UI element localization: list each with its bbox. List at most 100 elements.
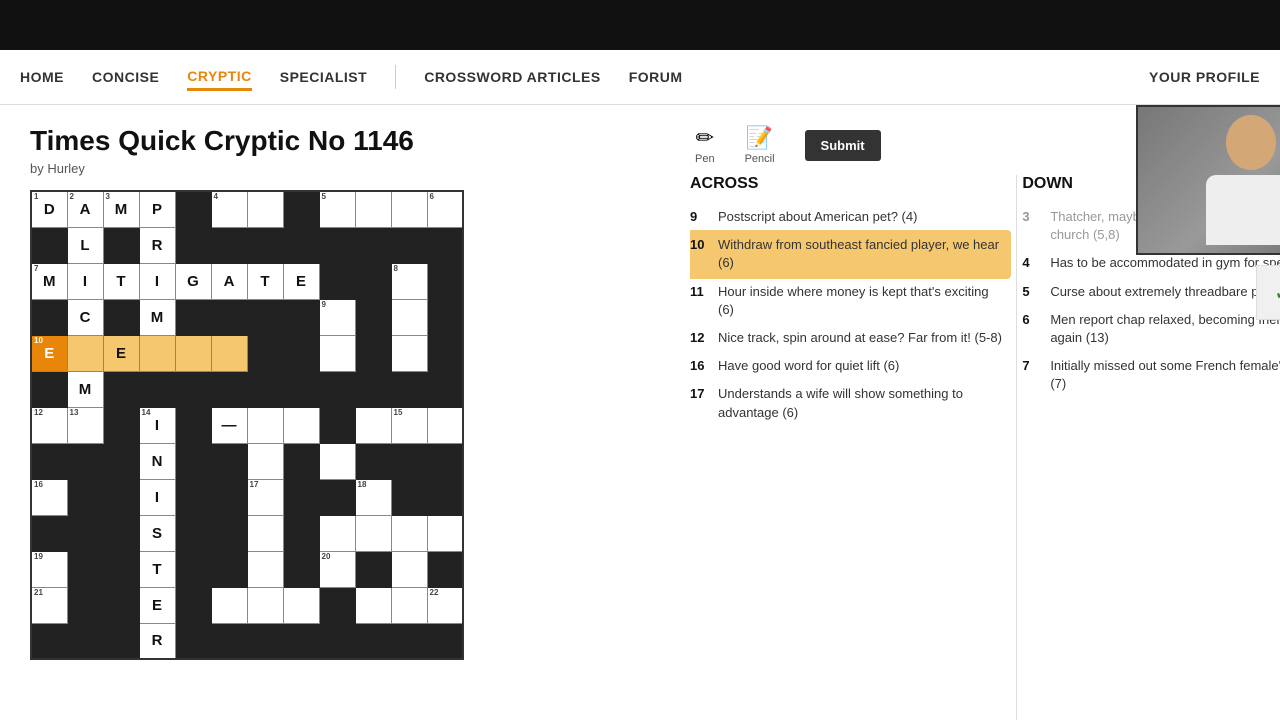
cell-4-11[interactable]: [391, 299, 427, 335]
nav-concise[interactable]: CONCISE: [92, 65, 159, 89]
cell-1-7[interactable]: [247, 191, 283, 227]
clue-down-7[interactable]: 7 Initially missed out some French femal…: [1022, 357, 1280, 393]
cell-5-5[interactable]: [175, 335, 211, 371]
clue-down-6[interactable]: 6 Men report chap relaxed, becoming frie…: [1022, 311, 1280, 347]
clue-down-4[interactable]: 4 Has to be accommodated in gym for spel…: [1022, 254, 1280, 272]
cell-3-2[interactable]: I: [67, 263, 103, 299]
cell-9-11: [391, 479, 427, 515]
cell-11-9[interactable]: 20: [319, 551, 355, 587]
cell-10-4[interactable]: S: [139, 515, 175, 551]
nav-forum[interactable]: FORUM: [629, 65, 683, 89]
cell-11-1[interactable]: 19: [31, 551, 67, 587]
cell-7-4[interactable]: 14I: [139, 407, 175, 443]
cell-5-11[interactable]: [391, 335, 427, 371]
cell-11-7[interactable]: [247, 551, 283, 587]
cell-1-12[interactable]: 6: [427, 191, 463, 227]
cell-3-7[interactable]: T: [247, 263, 283, 299]
cell-5-4[interactable]: [139, 335, 175, 371]
cell-9-4[interactable]: I: [139, 479, 175, 515]
cell-5-2[interactable]: [67, 335, 103, 371]
cell-1-4[interactable]: P: [139, 191, 175, 227]
cell-10-9[interactable]: [319, 515, 355, 551]
cell-6-12: [427, 371, 463, 407]
clue-across-11[interactable]: 11 Hour inside where money is kept that'…: [690, 283, 1003, 319]
clue-down-5[interactable]: 5 Curse about extremely threadbare pullo…: [1022, 283, 1280, 301]
pen-tool[interactable]: ✏ Pen: [695, 125, 715, 165]
cell-3-8[interactable]: E: [283, 263, 319, 299]
crossword-grid[interactable]: 1D 2A 3M P 4 5 6: [30, 190, 464, 660]
cell-5-9[interactable]: [319, 335, 355, 371]
cell-7-3: [103, 407, 139, 443]
cell-2-4[interactable]: R: [139, 227, 175, 263]
cell-9-7[interactable]: 17: [247, 479, 283, 515]
cell-10-10[interactable]: [355, 515, 391, 551]
nav-home[interactable]: HOME: [20, 65, 64, 89]
clue-across-12[interactable]: 12 Nice track, spin around at ease? Far …: [690, 329, 1003, 347]
cell-1-9[interactable]: 5: [319, 191, 355, 227]
clue-across-9[interactable]: 9 Postscript about American pet? (4): [690, 208, 1003, 226]
cell-5-3[interactable]: E: [103, 335, 139, 371]
cell-12-6[interactable]: [211, 587, 247, 623]
cell-8-7[interactable]: [247, 443, 283, 479]
submit-button[interactable]: Submit: [805, 130, 881, 161]
cell-1-3[interactable]: 3M: [103, 191, 139, 227]
nav-crossword-articles[interactable]: CROSSWORD ARTICLES: [424, 65, 600, 89]
cell-7-2[interactable]: 13: [67, 407, 103, 443]
cell-11-11[interactable]: [391, 551, 427, 587]
cell-1-10[interactable]: [355, 191, 391, 227]
cell-5-1[interactable]: 10E: [31, 335, 67, 371]
cell-10-7[interactable]: [247, 515, 283, 551]
cell-8-9[interactable]: [319, 443, 355, 479]
cell-1-6[interactable]: 4: [211, 191, 247, 227]
check-button[interactable]: ✓: [1256, 265, 1280, 320]
cell-12-1[interactable]: 21: [31, 587, 67, 623]
cell-10-11[interactable]: [391, 515, 427, 551]
cell-3-11[interactable]: 8: [391, 263, 427, 299]
cell-3-5[interactable]: G: [175, 263, 211, 299]
cell-13-4[interactable]: R: [139, 623, 175, 659]
cell-7-12[interactable]: [427, 407, 463, 443]
cell-12-8[interactable]: [283, 587, 319, 623]
cell-12-4[interactable]: E: [139, 587, 175, 623]
cell-7-8[interactable]: [283, 407, 319, 443]
video-placeholder: [1138, 107, 1280, 253]
cell-2-2[interactable]: L: [67, 227, 103, 263]
cell-12-11[interactable]: [391, 587, 427, 623]
clue-across-17[interactable]: 17 Understands a wife will show somethin…: [690, 385, 1003, 421]
cell-9-1[interactable]: 16: [31, 479, 67, 515]
nav-cryptic[interactable]: CRYPTIC: [187, 64, 251, 91]
cell-5-6[interactable]: [211, 335, 247, 371]
pencil-tool[interactable]: 📝 Pencil: [745, 125, 775, 165]
cell-7-10[interactable]: [355, 407, 391, 443]
clue-across-10[interactable]: 10 Withdraw from southeast fancied playe…: [690, 230, 1011, 278]
cell-10-12[interactable]: [427, 515, 463, 551]
cell-9-9: [319, 479, 355, 515]
cell-7-11[interactable]: 15: [391, 407, 427, 443]
cell-3-6[interactable]: A: [211, 263, 247, 299]
cell-3-4[interactable]: I: [139, 263, 175, 299]
cell-4-9[interactable]: 9: [319, 299, 355, 335]
cell-3-1[interactable]: 7M: [31, 263, 67, 299]
cell-6-7: [247, 371, 283, 407]
cell-7-1[interactable]: 12: [31, 407, 67, 443]
cell-8-4[interactable]: N: [139, 443, 175, 479]
cell-3-3[interactable]: T: [103, 263, 139, 299]
cell-12-7[interactable]: [247, 587, 283, 623]
cell-1-11[interactable]: [391, 191, 427, 227]
cell-1-2[interactable]: 2A: [67, 191, 103, 227]
cell-12-10[interactable]: [355, 587, 391, 623]
across-clues: ACROSS 9 Postscript about American pet? …: [690, 175, 1011, 720]
nav-specialist[interactable]: SPECIALIST: [280, 65, 367, 89]
tools-row: ✏ Pen 📝 Pencil Submit: [680, 115, 1136, 175]
cell-1-1[interactable]: 1D: [31, 191, 67, 227]
cell-11-4[interactable]: T: [139, 551, 175, 587]
cell-7-6[interactable]: —: [211, 407, 247, 443]
cell-7-7[interactable]: [247, 407, 283, 443]
clue-across-16[interactable]: 16 Have good word for quiet lift (6): [690, 357, 1003, 375]
cell-6-2[interactable]: M: [67, 371, 103, 407]
cell-9-10[interactable]: 18: [355, 479, 391, 515]
cell-4-4[interactable]: M: [139, 299, 175, 335]
cell-4-2[interactable]: C: [67, 299, 103, 335]
cell-12-12[interactable]: 22: [427, 587, 463, 623]
nav-profile[interactable]: YOUR PROFILE: [1149, 69, 1260, 85]
